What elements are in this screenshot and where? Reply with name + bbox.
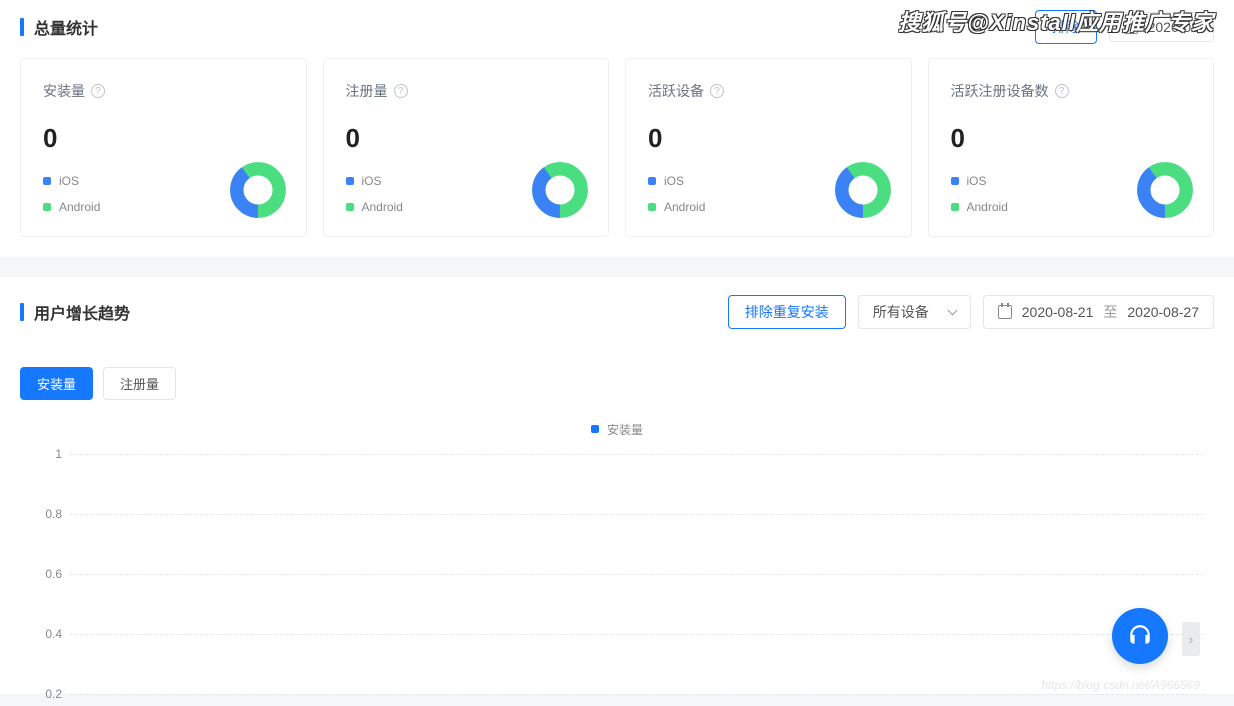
growth-trend-title: 用户增长趋势 [34, 300, 130, 324]
help-icon[interactable]: ? [710, 84, 724, 98]
support-fab-button[interactable] [1112, 608, 1168, 664]
card-value: 0 [43, 123, 284, 154]
help-icon[interactable]: ? [1055, 84, 1069, 98]
card-value: 0 [346, 123, 587, 154]
date-start: 2020-08-21 [1022, 304, 1094, 320]
gridline [70, 634, 1204, 635]
card-value: 0 [648, 123, 889, 154]
tab-register[interactable]: 注册量 [103, 367, 176, 400]
stat-card-active-device: 活跃设备 ? 0 iOS Android [625, 58, 912, 237]
scroll-right-button[interactable]: › [1182, 622, 1200, 656]
device-select[interactable]: 所有设备 [858, 295, 971, 329]
chart-legend-label: 安装量 [607, 421, 643, 438]
stats-cards-row: 安装量 ? 0 iOS Android 注册量 ? 0 iOS [20, 58, 1214, 257]
android-dot-icon [346, 203, 354, 211]
chart-legend: 安装量 [20, 410, 1214, 454]
tab-install[interactable]: 安装量 [20, 367, 93, 400]
card-title: 活跃设备 [648, 81, 704, 101]
chevron-down-icon [947, 306, 957, 316]
y-tick: 0.8 [45, 507, 62, 521]
csdn-watermark: https://blog.csdn.net/A966569 [1041, 678, 1200, 692]
stat-card-active-registered: 活跃注册设备数 ? 0 iOS Android [928, 58, 1215, 237]
android-dot-icon [648, 203, 656, 211]
stat-card-install: 安装量 ? 0 iOS Android [20, 58, 307, 237]
gridline [70, 694, 1204, 695]
android-dot-icon [951, 203, 959, 211]
y-tick: 1 [55, 447, 62, 461]
ios-dot-icon [951, 177, 959, 185]
device-select-label: 所有设备 [873, 302, 929, 322]
ios-dot-icon [648, 177, 656, 185]
help-icon[interactable]: ? [91, 84, 105, 98]
card-title: 活跃注册设备数 [951, 81, 1049, 101]
stat-card-register: 注册量 ? 0 iOS Android [323, 58, 610, 237]
help-icon[interactable]: ? [394, 84, 408, 98]
headset-icon [1127, 623, 1153, 649]
growth-trend-section: 用户增长趋势 排除重复安装 所有设备 2020-08-21 至 2020-08-… [0, 277, 1234, 694]
exclude-duplicate-button[interactable]: 排除重复安装 [728, 295, 846, 329]
y-tick: 0.6 [45, 567, 62, 581]
android-dot-icon [43, 203, 51, 211]
date-separator: 至 [1103, 302, 1117, 322]
watermark-text: 搜狐号@Xinstall应用推广专家 [898, 5, 1214, 37]
section-spacer [0, 257, 1234, 277]
donut-chart-icon [230, 162, 286, 218]
chevron-right-icon: › [1189, 631, 1194, 647]
chart-series-dot-icon [591, 425, 599, 433]
y-tick: 0.2 [45, 687, 62, 701]
line-chart: 1 0.8 0.6 0.4 0.2 https://blog.csdn.net/… [20, 454, 1214, 694]
gridline [70, 514, 1204, 515]
title-accent-bar [20, 303, 24, 321]
date-range-picker[interactable]: 2020-08-21 至 2020-08-27 [983, 295, 1214, 329]
gridline [70, 454, 1204, 455]
total-stats-section: 总量统计 排除 2020-08 安装量 ? 0 iOS Andr [0, 0, 1234, 257]
date-end: 2020-08-27 [1127, 304, 1199, 320]
card-title: 安装量 [43, 81, 85, 101]
title-accent-bar [20, 18, 24, 36]
donut-chart-icon [1137, 162, 1193, 218]
chart-tabs: 安装量 注册量 [20, 343, 1214, 410]
ios-dot-icon [43, 177, 51, 185]
ios-dot-icon [346, 177, 354, 185]
card-value: 0 [951, 123, 1192, 154]
gridline [70, 574, 1204, 575]
donut-chart-icon [835, 162, 891, 218]
y-tick: 0.4 [45, 627, 62, 641]
calendar-icon [998, 305, 1012, 319]
card-title: 注册量 [346, 81, 388, 101]
donut-chart-icon [532, 162, 588, 218]
total-stats-title: 总量统计 [34, 15, 98, 39]
